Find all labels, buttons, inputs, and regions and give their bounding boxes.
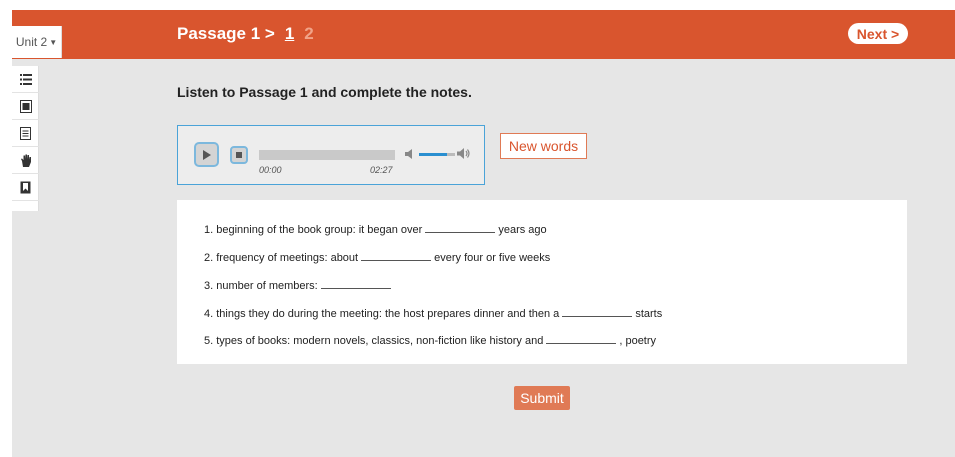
dictionary-tool-button[interactable] bbox=[12, 93, 39, 120]
play-button[interactable] bbox=[194, 142, 219, 167]
note-item-2: 2. frequency of meetings: about every fou… bbox=[204, 250, 550, 264]
note-text: 2. frequency of meetings: about bbox=[204, 252, 359, 264]
note-text: 4. things they do during the meeting: th… bbox=[204, 308, 560, 320]
notes-panel: 1. beginning of the book group: it began… bbox=[177, 200, 907, 364]
hand-tool-button[interactable] bbox=[12, 147, 39, 174]
play-icon bbox=[203, 149, 211, 160]
note-item-4: 4. things they do during the meeting: th… bbox=[204, 306, 662, 320]
passage-nav: Passage 1 > 1 2 bbox=[177, 24, 314, 44]
note-text: every four or five weeks bbox=[434, 252, 551, 264]
total-time: 02:27 bbox=[370, 165, 393, 175]
stop-button[interactable] bbox=[230, 146, 248, 164]
note-text: years ago bbox=[498, 224, 547, 236]
document-tool-button[interactable] bbox=[12, 120, 39, 147]
note-text: 1. beginning of the book group: it began… bbox=[204, 224, 423, 236]
note-text: , poetry bbox=[619, 335, 657, 347]
answer-blank[interactable] bbox=[361, 250, 432, 261]
passage-title: Passage 1 > bbox=[177, 24, 275, 43]
list-tool-button[interactable] bbox=[12, 66, 39, 93]
volume-slider-rest[interactable] bbox=[447, 153, 455, 156]
dictionary-icon bbox=[19, 99, 32, 113]
next-button[interactable]: Next > bbox=[848, 23, 908, 44]
current-time: 00:00 bbox=[259, 165, 282, 175]
unit-dropdown[interactable]: Unit 2 ▼ bbox=[12, 26, 62, 58]
audio-player: 00:00 02:27 bbox=[177, 125, 485, 185]
instruction-text: Listen to Passage 1 and complete the not… bbox=[177, 84, 472, 100]
page-link-2[interactable]: 2 bbox=[304, 24, 313, 44]
chevron-down-icon: ▼ bbox=[49, 37, 58, 47]
note-text: 5. types of books: modern novels, classi… bbox=[204, 335, 544, 347]
hand-icon bbox=[20, 154, 31, 167]
answer-blank[interactable] bbox=[562, 306, 633, 317]
unit-dropdown-label: Unit 2 bbox=[15, 35, 48, 49]
note-item-1: 1. beginning of the book group: it began… bbox=[204, 222, 547, 236]
answer-blank[interactable] bbox=[425, 222, 496, 233]
stop-icon bbox=[236, 152, 242, 158]
note-text: 3. number of members: bbox=[204, 280, 318, 292]
volume-low-icon[interactable] bbox=[404, 148, 414, 160]
bookmark-icon bbox=[20, 181, 31, 193]
new-words-button[interactable]: New words bbox=[500, 133, 587, 159]
answer-blank[interactable] bbox=[546, 333, 617, 344]
note-item-5: 5. types of books: modern novels, classi… bbox=[204, 333, 656, 347]
side-toolbar bbox=[12, 66, 39, 211]
list-icon bbox=[19, 73, 32, 85]
document-icon bbox=[20, 126, 31, 140]
volume-high-icon[interactable] bbox=[457, 147, 471, 160]
top-bar bbox=[12, 10, 955, 59]
page-link-1[interactable]: 1 bbox=[285, 24, 294, 44]
bookmark-tool-button[interactable] bbox=[12, 174, 39, 201]
volume-slider[interactable] bbox=[419, 153, 447, 156]
audio-progress-bar[interactable] bbox=[259, 150, 395, 160]
note-text: starts bbox=[635, 308, 663, 320]
answer-blank[interactable] bbox=[320, 278, 391, 289]
submit-button[interactable]: Submit bbox=[514, 386, 570, 410]
note-item-3: 3. number of members: bbox=[204, 278, 394, 292]
